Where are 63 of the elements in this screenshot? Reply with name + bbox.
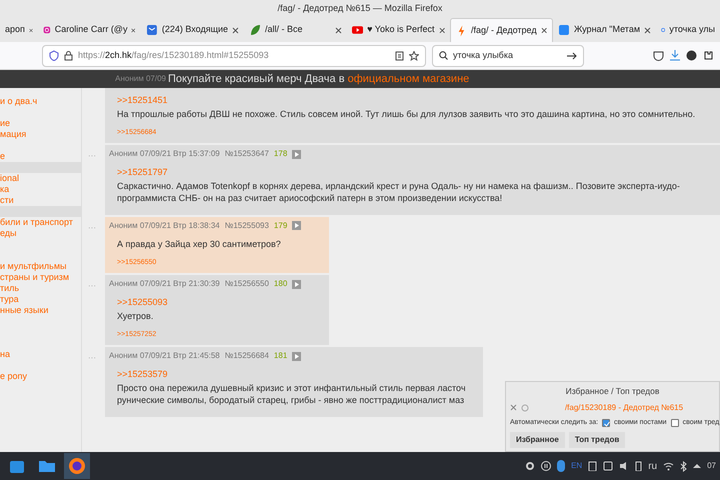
post-count: 178	[274, 148, 288, 160]
shop-link[interactable]: официальном магазине	[348, 72, 470, 85]
browser-tab[interactable]: Caroline Carr (@y	[38, 18, 141, 42]
post-count: 179	[274, 220, 288, 232]
board-link[interactable]: на	[0, 349, 81, 360]
post-text: А правда у Зайца хер 30 сантиметров?	[117, 238, 282, 250]
post-marker: ···	[88, 352, 97, 364]
panel-title: Избранное / Топ тредов	[564, 384, 660, 398]
banner-text: Покупайте красивый мерч Двача в официальном магазине	[168, 72, 470, 87]
post-number[interactable]: №15256550	[224, 278, 269, 290]
post-count: 181	[274, 350, 288, 362]
browser-tab[interactable]: (224) Входящие	[141, 18, 244, 42]
panel-tab[interactable]: Избранное	[510, 432, 565, 448]
board-link[interactable]: ие	[0, 118, 81, 129]
language-indicator[interactable]: ru	[648, 458, 658, 474]
post-number[interactable]: №15255093	[224, 220, 269, 232]
panel-tab[interactable]: Топ тредов	[568, 432, 626, 448]
board-link[interactable]: сти	[0, 195, 81, 206]
board-link[interactable]: тиль	[0, 283, 81, 294]
post-number[interactable]: №15256684	[224, 350, 269, 362]
board-link[interactable]: нные языки	[0, 305, 81, 316]
quote-link[interactable]: >>15251451	[117, 94, 714, 108]
board-link[interactable]: ional	[0, 173, 81, 184]
post-text: Хуетров.	[117, 310, 154, 322]
clock: 07	[707, 460, 716, 472]
board-link[interactable]: мация	[0, 129, 81, 140]
browser-tab[interactable]: /fag/ - Дедотред	[450, 18, 553, 42]
browser-tab[interactable]: /all/ - Все	[244, 18, 347, 42]
keyboard-layout[interactable]: EN	[571, 460, 582, 472]
post-count: 180	[274, 278, 288, 290]
board-link[interactable]: и мультфильмы	[0, 261, 81, 272]
post-text: рунические символы, бородатый старец, грибы - явно же посттрадиционалист маз	[117, 394, 466, 406]
post-number[interactable]: №15253647	[224, 148, 269, 160]
post-date: Аноним 07/09/21 Втр 18:38:34	[109, 220, 220, 232]
post-header: Аноним 07/09	[114, 73, 167, 85]
address-bar[interactable]: https://2ch.hk/fag/res/15230189.html#15255093	[42, 44, 426, 66]
post-date: Аноним 07/09/21 Втр 15:37:09	[109, 148, 220, 160]
board-link[interactable]: ка	[0, 184, 81, 195]
post-text: Просто она пережила душевный кризис и этот инфантильный стиль первая ласточ	[117, 382, 467, 394]
browser-tab[interactable]: ♥ Yoko is Perfect	[347, 18, 450, 42]
post-marker: ···	[88, 222, 97, 234]
board-link[interactable]: страны и туризм	[0, 272, 81, 283]
thread-link[interactable]: /fag/15230189 - Дедотред №615	[564, 402, 684, 414]
quote-link[interactable]: >>15255093	[117, 296, 323, 310]
search-field[interactable]: уточка улыбка	[432, 44, 584, 66]
window-title: /fag/ - Дедотред №615 — Mozilla Firefox	[278, 2, 442, 16]
post-marker: ···	[88, 150, 97, 162]
browser-tab[interactable]: Журнал "Метам	[553, 18, 656, 42]
post-date: Аноним 07/09/21 Втр 21:30:39	[109, 278, 220, 290]
post-marker: ···	[88, 280, 97, 292]
quote-link[interactable]: >>15253579	[117, 368, 477, 382]
board-link[interactable]: еды	[0, 228, 81, 239]
board-link[interactable]: тура	[0, 294, 81, 305]
browser-tab[interactable]: уточка улы	[656, 18, 720, 42]
quote-link[interactable]: >>15251797	[117, 166, 714, 180]
board-link[interactable]: е	[0, 151, 81, 162]
post-date: Аноним 07/09/21 Втр 21:45:58	[109, 350, 220, 362]
browser-tab[interactable]: ароп	[0, 18, 38, 42]
board-link[interactable]: и о два.ч	[0, 96, 81, 107]
post-text: На тпрошлые работы ДВШ не похоже. Стиль совсем иной. Тут лишь бы для лулзов заявить что это дашина картина, но это сомнительно.	[117, 108, 696, 120]
post-text: Саркастично. Адамов Totenkopf в корнях дерева, ирландский крест и руна Одаль- ну ни намека на фашизм.. Позовите эксперта-иудо-программиста СНБ- он на раз считает ариософский патерн в этом произведении искусства!	[117, 180, 681, 204]
board-link[interactable]: e pony	[0, 371, 81, 382]
board-link[interactable]: били и транспорт	[0, 217, 81, 228]
